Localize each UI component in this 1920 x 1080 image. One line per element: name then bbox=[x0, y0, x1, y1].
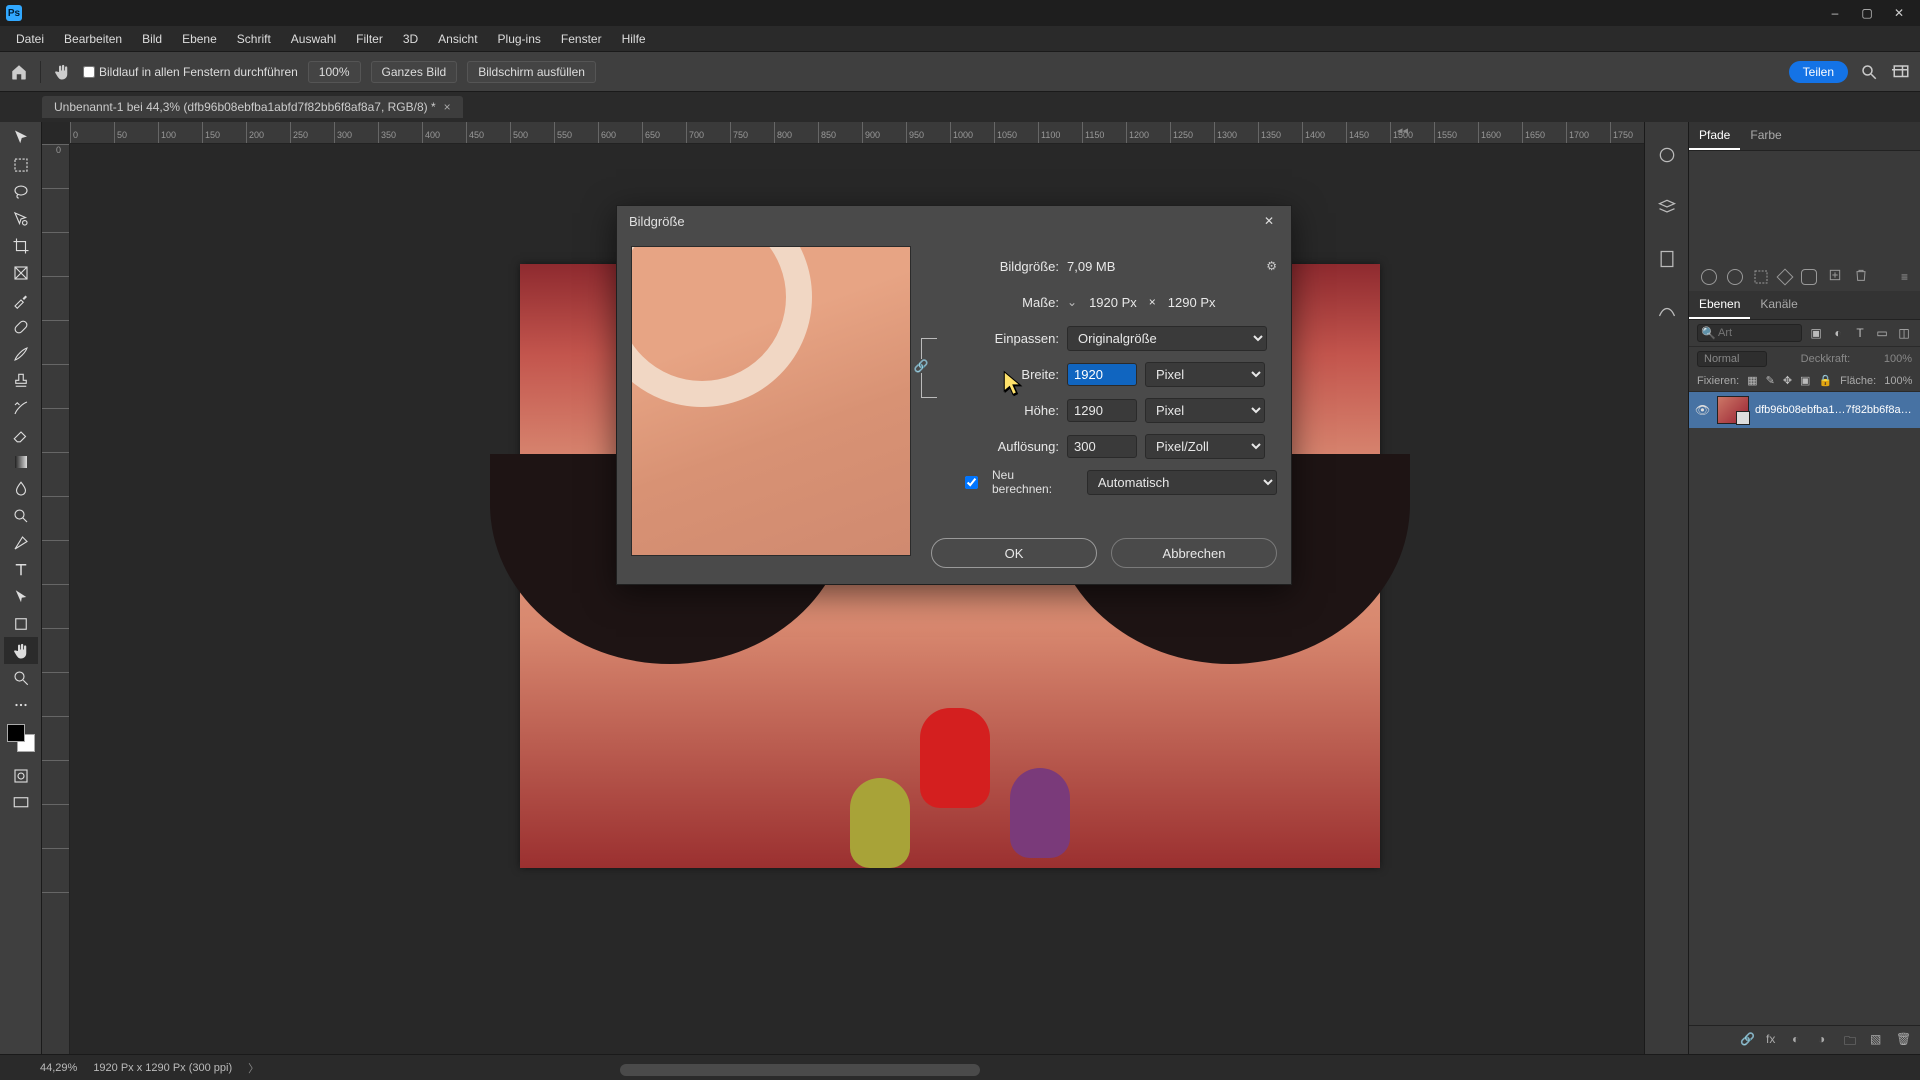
resolution-unit-select[interactable]: Pixel/Zoll bbox=[1145, 434, 1265, 459]
cancel-button[interactable]: Abbrechen bbox=[1111, 538, 1277, 568]
resample-method-select[interactable]: Automatisch bbox=[1087, 470, 1277, 495]
dialog-title: Bildgröße bbox=[629, 214, 685, 229]
resample-label: Neu berechnen: bbox=[992, 468, 1073, 496]
height-label: Höhe: bbox=[929, 403, 1059, 418]
ok-button[interactable]: OK bbox=[931, 538, 1097, 568]
height-unit-select[interactable]: Pixel bbox=[1145, 398, 1265, 423]
foreground-color-swatch[interactable] bbox=[7, 724, 25, 742]
dialog-close-icon[interactable]: ✕ bbox=[1259, 211, 1279, 231]
gear-icon[interactable]: ⚙︎ bbox=[1266, 259, 1277, 273]
width-input[interactable] bbox=[1067, 363, 1137, 386]
width-label: Breite: bbox=[929, 367, 1059, 382]
dialog-preview[interactable] bbox=[631, 246, 911, 556]
caret-down-icon[interactable]: ⌄ bbox=[1067, 295, 1077, 309]
filesize-label: Bildgröße: bbox=[929, 259, 1059, 274]
fit-label: Einpassen: bbox=[929, 331, 1059, 346]
resolution-input[interactable] bbox=[1067, 435, 1137, 458]
width-unit-select[interactable]: Pixel bbox=[1145, 362, 1265, 387]
fit-select[interactable]: Originalgröße bbox=[1067, 326, 1267, 351]
dimensions-times: × bbox=[1149, 295, 1156, 309]
dimensions-width: 1920 Px bbox=[1089, 295, 1137, 310]
filesize-value: 7,09 MB bbox=[1067, 259, 1115, 274]
dimensions-label: Maße: bbox=[929, 295, 1059, 310]
resample-checkbox[interactable] bbox=[965, 476, 978, 489]
dimensions-height: 1290 Px bbox=[1168, 295, 1216, 310]
link-icon[interactable]: 🔗 bbox=[914, 359, 928, 373]
image-size-dialog: Bildgröße ✕ Bildgröße: 7,09 MB ⚙︎ Maße: … bbox=[616, 205, 1292, 585]
height-input[interactable] bbox=[1067, 399, 1137, 422]
dialog-titlebar[interactable]: Bildgröße ✕ bbox=[617, 206, 1291, 236]
resolution-label: Auflösung: bbox=[929, 439, 1059, 454]
